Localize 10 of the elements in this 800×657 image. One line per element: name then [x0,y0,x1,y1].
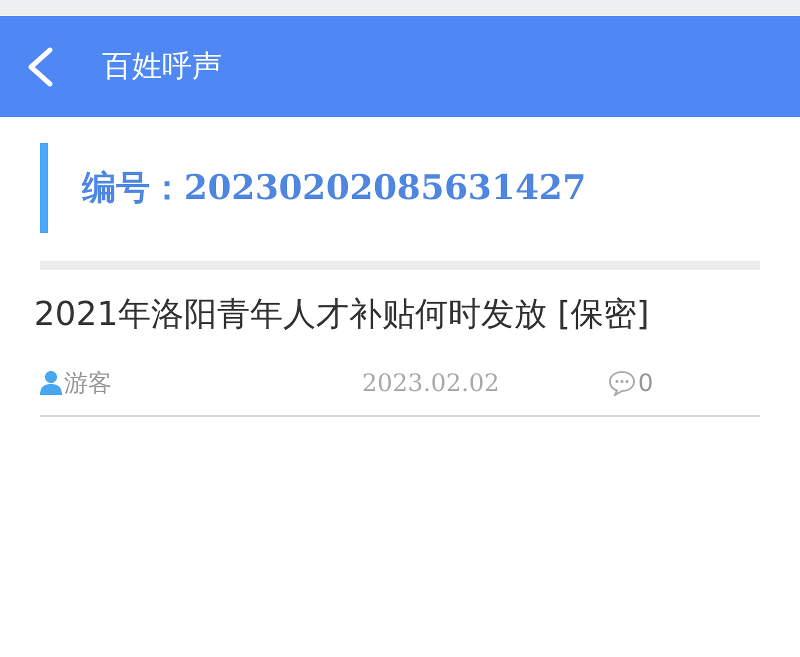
author-name: 游客 [64,368,112,399]
record-number: 20230202085631427 [184,168,586,208]
page-title: 百姓呼声 [102,48,222,86]
post-title: 2021年洛阳青年人才补贴何时发放 [保密] [34,293,650,335]
post-date: 2023.02.02 [362,369,500,397]
comment-icon [608,370,636,396]
back-icon[interactable] [26,46,54,86]
comment-count: 0 [638,369,654,397]
user-icon [40,370,62,396]
record-number-label: 编号： [82,167,184,210]
